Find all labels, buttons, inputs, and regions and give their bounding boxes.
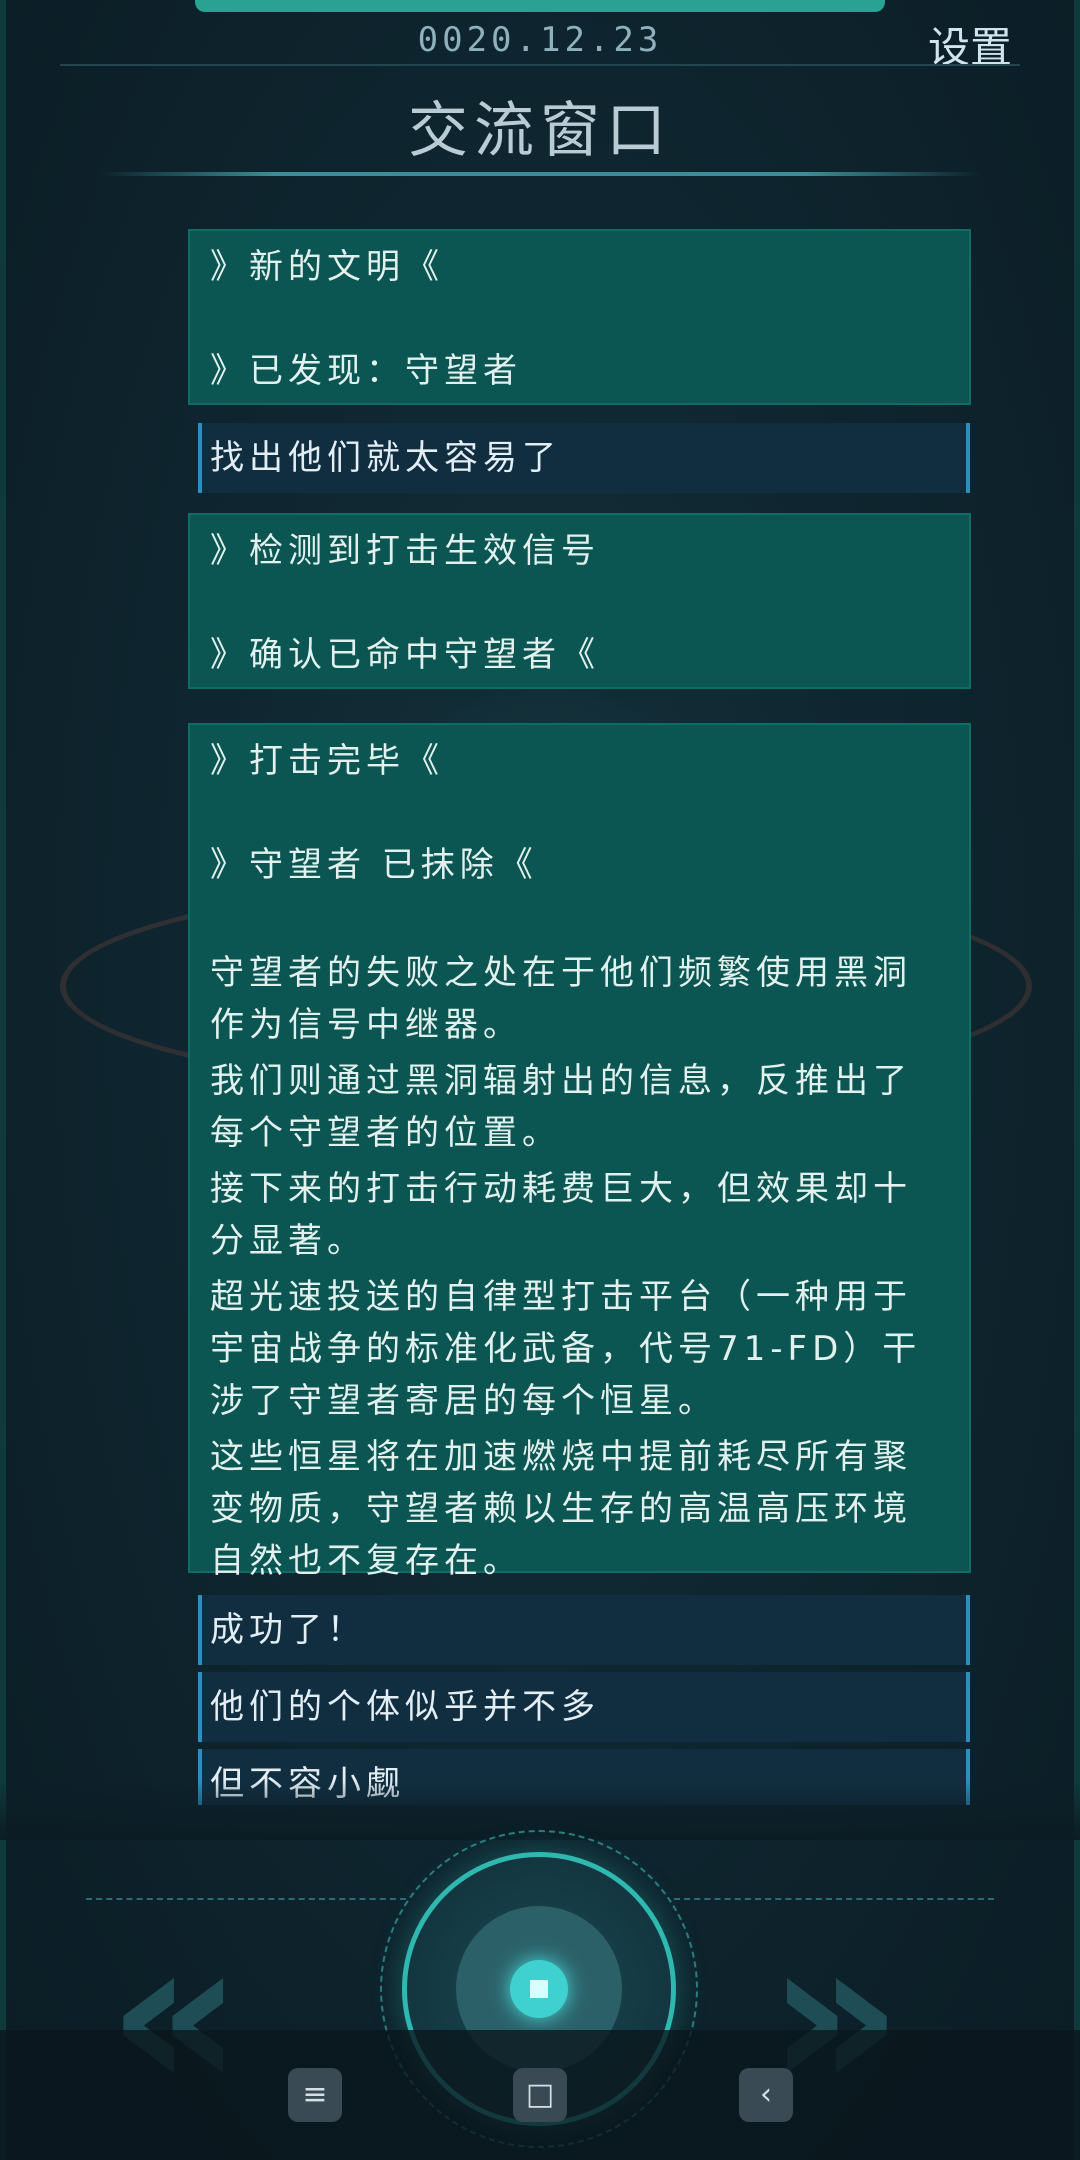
message-paragraph: 守望者的失败之处在于他们频繁使用黑洞作为信号中继器。: [210, 953, 912, 1045]
message-line: 》守望者 已抹除《: [210, 845, 538, 885]
circle-send-icon: [530, 1980, 548, 1998]
message-line: 》确认已命中守望者《: [210, 635, 600, 675]
game-date: 0020.12.23: [417, 20, 663, 60]
home-icon[interactable]: □: [513, 2068, 567, 2122]
page-title: 交流窗口: [408, 96, 672, 166]
system-message: 》新的文明《 》已发现：守望者: [188, 229, 971, 405]
title-underline: [100, 172, 980, 176]
frame-top-bar: [195, 0, 885, 12]
system-message: 》打击完毕《 》守望者 已抹除《 守望者的失败之处在于他们频繁使用黑洞作为信号中…: [188, 723, 971, 1581]
send-button[interactable]: [510, 1960, 568, 2018]
message-paragraph: 我们则通过黑洞辐射出的信息，反推出了每个守望者的位置。: [210, 1061, 912, 1153]
menu-icon[interactable]: ≡: [288, 2068, 342, 2122]
message-paragraph: 这些恒星将在加速燃烧中提前耗尽所有聚变物质，守望者赖以生存的高温高压环境自然也不…: [210, 1437, 912, 1581]
player-message: 成功了！: [198, 1595, 970, 1665]
message-line: 》已发现：守望者: [210, 351, 522, 391]
message-paragraph: 超光速投送的自律型打击平台（一种用于宇宙战争的标准化武备，代号71-FD）干涉了…: [210, 1277, 922, 1421]
system-message: 》检测到打击生效信号 》确认已命中守望者《: [188, 513, 971, 689]
chat-log[interactable]: 》新的文明《 》已发现：守望者 找出他们就太容易了 》检测到打击生效信号 》确认…: [0, 225, 1080, 1805]
player-message: 找出他们就太容易了: [198, 423, 970, 493]
message-paragraph: 接下来的打击行动耗费巨大，但效果却十分显著。: [210, 1169, 912, 1261]
back-icon[interactable]: ‹: [739, 2068, 793, 2122]
player-message: 他们的个体似乎并不多: [198, 1672, 970, 1742]
message-line: 》打击完毕《: [210, 741, 444, 781]
header-divider: [60, 64, 1020, 66]
message-line: 》新的文明《: [210, 247, 444, 287]
message-line: 》检测到打击生效信号: [210, 531, 600, 571]
